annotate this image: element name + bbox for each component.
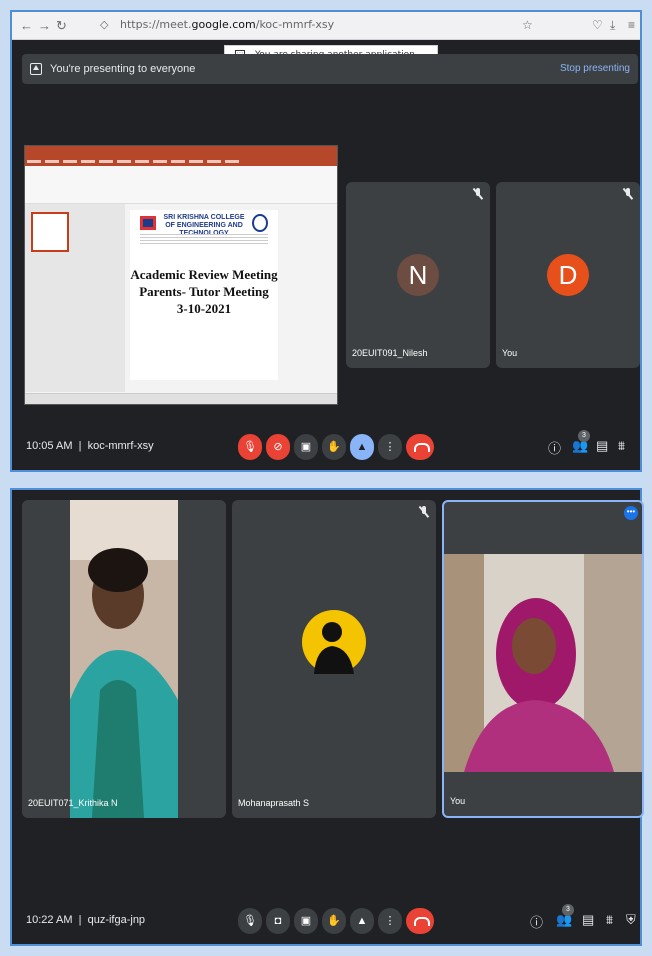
- shield-icon[interactable]: ◇: [100, 18, 108, 31]
- raise-hand-button[interactable]: ✋: [322, 908, 346, 934]
- address-bar[interactable]: https://meet.google.com/koc-mmrf-xsy: [120, 18, 334, 31]
- more-options-button[interactable]: ⋮: [378, 434, 402, 460]
- bookmark-star-icon[interactable]: ☆: [522, 18, 533, 32]
- mic-off-button[interactable]: 🎙: [238, 434, 262, 460]
- participant-tile-self[interactable]: D You: [496, 182, 640, 368]
- url-domain: google.com: [191, 18, 256, 31]
- participant-video: [70, 500, 178, 818]
- activities-icon[interactable]: ⩩: [618, 438, 625, 454]
- slide-title-line-3: 3-10-2021: [176, 301, 232, 316]
- forward-icon[interactable]: →: [38, 18, 51, 33]
- meeting-code: koc-mmrf-xsy: [87, 440, 154, 452]
- activities-icon[interactable]: ⩩: [606, 912, 613, 928]
- meet-window-gallery: 20EUIT071_Krithika N Mohanaprasath S •••…: [10, 488, 644, 946]
- participant-video: [444, 554, 642, 772]
- chat-icon[interactable]: ▤: [582, 912, 594, 928]
- end-call-button[interactable]: [406, 434, 434, 460]
- presented-powerpoint-window: SRI KRISHNA COLLEGE OF ENGINEERING AND T…: [24, 145, 338, 405]
- camera-off-button[interactable]: ⊘: [266, 434, 290, 460]
- ppt-ribbon: [25, 166, 337, 204]
- meeting-controls-bar: 10:05 AM | koc-mmrf-xsy 🎙 ⊘ ▣ ✋ ▲ ⋮ ⓘ 👥 …: [12, 428, 640, 468]
- ppt-titlebar: [25, 146, 337, 157]
- meet-window-presenting: ← → ↻ ◇ https://meet.google.com/koc-mmrf…: [10, 10, 642, 472]
- meeting-details: 10:22 AM | quz-ifga-jnp: [26, 914, 146, 926]
- mic-off-icon: [622, 188, 634, 200]
- participant-name: 20EUIT091_Nilesh: [352, 348, 428, 358]
- college-logo: [140, 216, 156, 230]
- meeting-details: 10:05 AM | koc-mmrf-xsy: [26, 440, 154, 452]
- slide-title-line-2: Parents- Tutor Meeting: [139, 284, 269, 299]
- mic-off-icon: [418, 506, 430, 518]
- participant-tile[interactable]: Mohanaprasath S: [232, 500, 436, 818]
- slide-thumbnail: [31, 212, 69, 252]
- host-controls-icon[interactable]: ⛨: [626, 912, 636, 928]
- slide-thumbnails: [25, 204, 125, 392]
- raise-hand-button[interactable]: ✋: [322, 434, 346, 460]
- slide-title-line-1: Academic Review Meeting: [130, 267, 278, 282]
- avatar: N: [397, 254, 439, 296]
- people-count-badge: 3: [562, 904, 574, 916]
- ppt-ribbon-tabs: [25, 157, 337, 166]
- participant-name: 20EUIT071_Krithika N: [28, 798, 118, 808]
- people-count-badge: 3: [578, 430, 590, 442]
- info-icon[interactable]: ⓘ: [530, 912, 543, 931]
- download-icon[interactable]: ⤓: [610, 18, 615, 33]
- pocket-icon[interactable]: ♡: [592, 18, 603, 32]
- meeting-controls-bar: 10:22 AM | quz-ifga-jnp 🎙 ◘ ▣ ✋ ▲ ⋮ ⓘ 👥 …: [12, 902, 640, 942]
- present-button[interactable]: ▲: [350, 434, 374, 460]
- emblem-logo: [252, 214, 268, 232]
- meeting-time: 10:05 AM: [26, 440, 73, 452]
- participant-name: You: [502, 348, 518, 358]
- avatar: [302, 610, 366, 674]
- chat-icon[interactable]: ▤: [596, 438, 608, 454]
- participant-name: You: [450, 796, 466, 806]
- url-prefix: https://meet.: [120, 18, 192, 31]
- avatar: D: [547, 254, 589, 296]
- participant-name: Mohanaprasath S: [238, 798, 310, 808]
- mic-off-icon: [472, 188, 484, 200]
- info-icon[interactable]: ⓘ: [548, 438, 561, 457]
- browser-toolbar: ← → ↻ ◇ https://meet.google.com/koc-mmrf…: [12, 12, 640, 40]
- captions-button[interactable]: ▣: [294, 434, 318, 460]
- participant-tile[interactable]: N 20EUIT091_Nilesh: [346, 182, 490, 368]
- presenting-banner: You're presenting to everyone Stop prese…: [22, 54, 638, 84]
- participant-tile[interactable]: 20EUIT071_Krithika N: [22, 500, 226, 818]
- slide-fine-print: [140, 234, 268, 246]
- present-icon: [30, 63, 42, 75]
- presenting-text: You're presenting to everyone: [50, 63, 196, 75]
- stop-presenting-button[interactable]: Stop presenting: [560, 63, 630, 74]
- more-options-icon[interactable]: •••: [624, 506, 638, 520]
- back-icon[interactable]: ←: [20, 18, 33, 33]
- present-button[interactable]: ▲: [350, 908, 374, 934]
- meeting-code: quz-ifga-jnp: [87, 914, 146, 926]
- menu-icon[interactable]: ≡: [628, 18, 635, 32]
- mic-button[interactable]: 🎙: [238, 908, 262, 934]
- reload-icon[interactable]: ↻: [56, 18, 67, 34]
- more-options-button[interactable]: ⋮: [378, 908, 402, 934]
- camera-button[interactable]: ◘: [266, 908, 290, 934]
- participant-tile-self[interactable]: ••• You: [442, 500, 644, 818]
- url-path: /koc-mmrf-xsy: [255, 18, 335, 31]
- captions-button[interactable]: ▣: [294, 908, 318, 934]
- end-call-button[interactable]: [406, 908, 434, 934]
- meeting-time: 10:22 AM: [26, 914, 73, 926]
- ppt-statusbar: [25, 393, 337, 404]
- slide-canvas: SRI KRISHNA COLLEGE OF ENGINEERING AND T…: [130, 210, 278, 380]
- slide-title: Academic Review Meeting Parents- Tutor M…: [130, 266, 278, 317]
